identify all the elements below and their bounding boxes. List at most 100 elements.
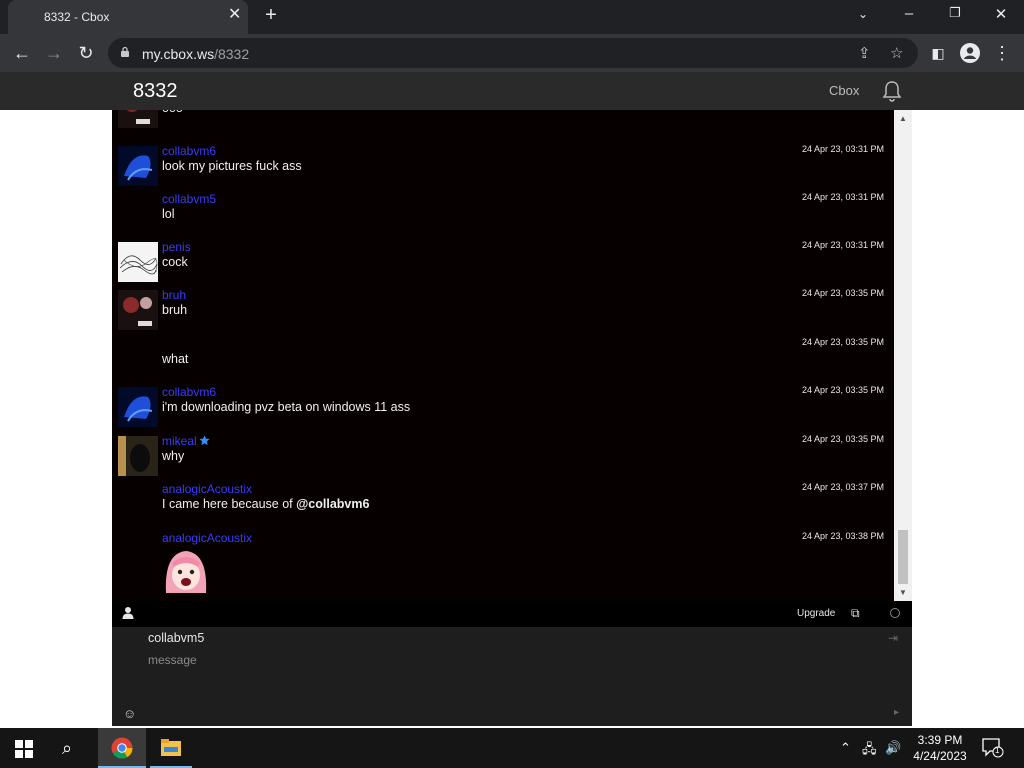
avatar [118,146,158,186]
emoji-icon[interactable]: ☺ [123,706,136,721]
folder-icon [161,739,181,756]
avatar [118,242,158,282]
avatar [118,110,158,128]
message-text: I came here because of @collabvm6 [162,497,370,511]
message-text: ooo [162,110,183,115]
message-username[interactable]: bruh [162,288,186,302]
message-username[interactable]: collabvm5 [162,192,216,206]
message-username[interactable]: mikeal [162,434,210,448]
message-timestamp: 24 Apr 23, 03:35 PM [801,385,884,395]
window-close-icon[interactable]: ✕ [989,5,1013,23]
list-item: bruh bruh 24 Apr 23, 03:35 PM [112,286,896,334]
tab-search-chevron-icon[interactable]: ⌄ [851,7,875,21]
side-panel-icon[interactable]: ◧ [927,42,949,64]
cbox-link[interactable]: Cbox [829,83,859,98]
message-timestamp: 24 Apr 23, 03:35 PM [801,337,884,347]
browser-tabstrip: 8332 - Cbox ✕ + ⌄ – ❐ ✕ [0,0,1024,34]
file-explorer-taskbar-button[interactable] [150,728,192,768]
browser-toolbar: ← → ↻ my.cbox.ws/8332 ⇪ ☆ ◧ ⋮ [0,34,1024,72]
avatar [118,290,158,330]
address-bar[interactable]: my.cbox.ws/8332 ⇪ ☆ [108,38,918,68]
message-username[interactable]: penis [162,240,191,254]
scrollbar-thumb[interactable] [898,530,908,584]
message-text: lol [162,207,175,221]
list-item: collabvm6 look my pictures fuck ass 24 A… [112,142,896,190]
tab-title: 8332 - Cbox [44,10,110,24]
list-item: analogicAcoustix I came here because of … [112,480,896,528]
list-item: collabvm6 i'm downloading pvz beta on wi… [112,383,896,431]
message-username[interactable]: collabvm6 [162,385,216,399]
name-field[interactable]: collabvm5 [148,631,748,645]
scroll-up-arrow-icon[interactable]: ▲ [899,114,907,123]
network-icon[interactable]: 🖧 [862,740,877,762]
profile-icon[interactable] [959,42,981,64]
back-icon[interactable]: ← [11,42,33,64]
message-text: why [162,449,185,463]
clock-date: 4/24/2023 [913,749,967,763]
chat-toolbar: Upgrade ⧉ [112,601,912,627]
bookmark-star-icon[interactable]: ☆ [890,44,903,62]
url-text: my.cbox.ws/8332 [142,46,250,62]
page-title: 8332 [133,80,178,102]
scroll-down-arrow-icon[interactable]: ▼ [899,588,907,597]
avatar [118,436,158,476]
message-timestamp: 24 Apr 23, 03:35 PM [801,288,884,298]
windows-start-icon[interactable] [15,740,33,758]
chat-scrollbar[interactable]: ▲ ▼ [894,110,912,601]
upgrade-link[interactable]: Upgrade [797,608,835,619]
list-item: collabvm5 lol 24 Apr 23, 03:31 PM [112,190,896,238]
list-item: ooo [112,110,896,132]
message-timestamp: 24 Apr 23, 03:31 PM [801,192,884,202]
status-circle-icon[interactable] [890,608,900,618]
message-username[interactable]: analogicAcoustix [162,531,252,545]
restore-icon[interactable]: ❐ [943,5,967,21]
list-item: what 24 Apr 23, 03:35 PM [112,335,896,383]
new-tab-icon[interactable]: + [260,5,282,25]
taskbar-clock[interactable]: 3:39 PM 4/24/2023 [910,732,970,764]
verified-star-icon [199,435,210,446]
message-timestamp: 24 Apr 23, 03:38 PM [801,531,884,541]
user-icon[interactable] [122,606,134,620]
share-icon[interactable]: ⇪ [858,44,871,62]
app-header: 8332 Cbox [0,72,1024,110]
message-text: bruh [162,303,188,317]
message-text: i'm downloading pvz beta on windows 11 a… [162,400,411,414]
menu-kebab-icon[interactable]: ⋮ [991,42,1013,64]
message-timestamp: 24 Apr 23, 03:31 PM [801,240,884,250]
minimize-icon[interactable]: – [897,5,921,22]
message-timestamp: 24 Apr 23, 03:31 PM [801,144,884,154]
message-username[interactable]: analogicAcoustix [162,482,252,496]
browser-tab[interactable]: 8332 - Cbox ✕ [8,0,248,34]
chrome-taskbar-button[interactable] [98,728,146,768]
message-text: what [162,352,189,366]
anime-sticker-image[interactable] [162,545,210,593]
clock-time: 3:39 PM [917,733,963,747]
external-link-icon[interactable]: ⧉ [851,606,860,621]
forward-icon[interactable]: → [43,42,65,64]
taskbar: ⌕ ⌃ 🖧 🔊 3:39 PM 4/24/2023 1 [0,728,1024,768]
avatar [118,387,158,427]
sign-in-icon[interactable]: ⇥ [888,631,898,645]
message-username[interactable]: collabvm6 [162,144,216,158]
notification-icon[interactable]: 1 [982,738,1004,758]
send-arrow-icon[interactable]: ▸ [894,707,899,718]
lock-icon [121,46,129,57]
bell-icon[interactable] [880,79,904,103]
mention-link[interactable]: @collabvm6 [296,497,369,511]
close-tab-icon[interactable]: ✕ [228,7,241,23]
list-item: penis cock 24 Apr 23, 03:31 PM [112,238,896,286]
reload-icon[interactable]: ↻ [75,42,97,64]
chrome-icon [111,737,133,759]
list-item: analogicAcoustix 24 Apr 23, 03:38 PM [112,529,896,601]
search-icon[interactable]: ⌕ [62,738,72,759]
post-form: collabvm5 message ⇥ ☺ ▸ [112,627,912,726]
message-text: look my pictures fuck ass [162,159,302,173]
chat-message-list: ooo collabvm6 look my pictures fuck ass … [112,110,912,601]
message-timestamp: 24 Apr 23, 03:37 PM [801,482,884,492]
notification-count: 1 [995,746,1000,755]
chevron-up-icon[interactable]: ⌃ [840,740,851,756]
list-item: mikeal why 24 Apr 23, 03:35 PM [112,432,896,480]
volume-icon[interactable]: 🔊 [885,740,901,756]
message-input[interactable]: message [148,653,748,667]
message-text: cock [162,255,188,269]
